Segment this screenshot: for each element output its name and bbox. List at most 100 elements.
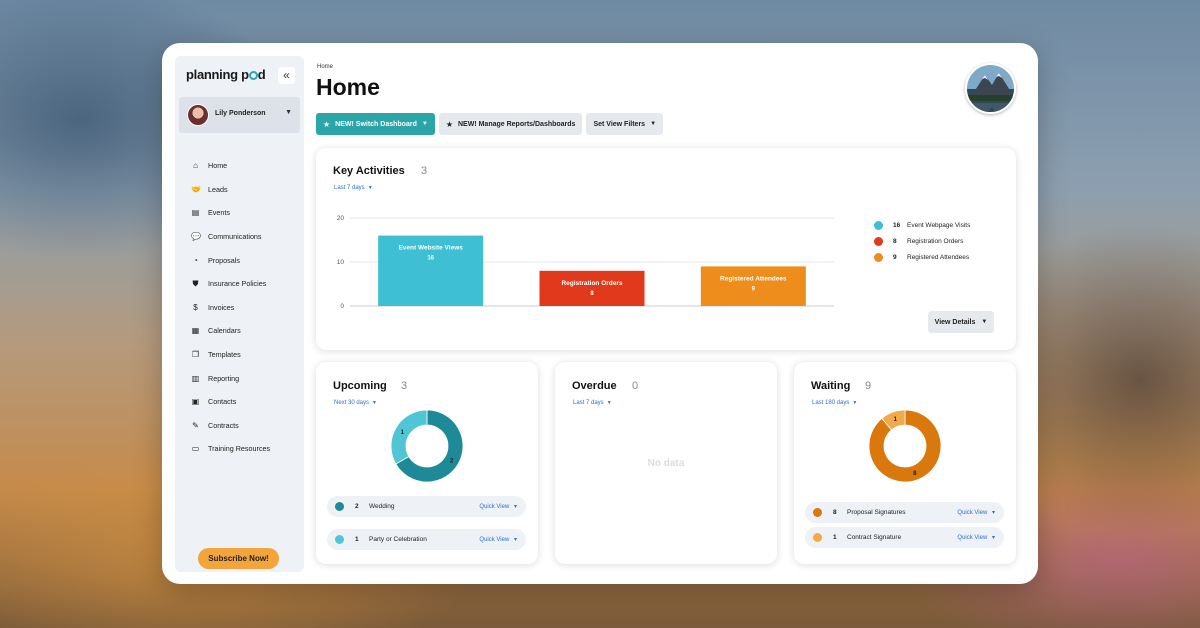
- sidebar-item-label: Contacts: [208, 397, 237, 407]
- signature-icon: ✎: [192, 420, 199, 430]
- item-count: 1: [355, 536, 359, 543]
- page-title: Home: [316, 74, 380, 100]
- key-activities-period-select[interactable]: Last 7 days ▼: [334, 185, 373, 191]
- sidebar-item-contracts[interactable]: ✎ Contracts: [175, 414, 304, 438]
- sidebar-item-events[interactable]: ▤ Events: [175, 201, 304, 225]
- sidebar-item-insurance-policies[interactable]: ⛊ Insurance Policies: [175, 272, 304, 296]
- shield-icon: ⛊: [192, 279, 199, 289]
- item-count: 1: [833, 534, 837, 541]
- sidebar-item-label: Home: [208, 161, 228, 171]
- breadcrumb[interactable]: Home: [317, 64, 333, 70]
- chevron-down-icon: ▾: [990, 535, 995, 541]
- sidebar: planning pd « Lily Ponderson ▼ ⌂ Home 🤝 Lea…: [175, 56, 304, 572]
- handshake-icon: 🤝: [191, 184, 201, 194]
- report-icon: ▥: [191, 373, 200, 383]
- home-icon: ⌂: [193, 161, 198, 171]
- chevron-down-icon: ▼: [981, 319, 988, 325]
- bar[interactable]: [539, 270, 645, 306]
- legend-label: Event Webpage Visits: [907, 221, 971, 229]
- waiting-period-select[interactable]: Last 180 days ▼: [812, 400, 857, 406]
- legend-swatch: [874, 252, 883, 262]
- chevron-down-icon: ▼: [650, 121, 657, 127]
- quick-view-button[interactable]: Quick View ▾: [957, 534, 995, 541]
- view-details-button[interactable]: View Details ▼: [928, 311, 994, 333]
- quick-view-label: Quick View: [957, 535, 988, 541]
- quick-view-label: Quick View: [479, 537, 510, 543]
- contact-card-icon: ▣: [191, 397, 200, 407]
- item-label: Party or Celebration: [369, 536, 427, 543]
- legend-count: 8: [893, 237, 897, 245]
- sidebar-item-label: Events: [208, 208, 230, 218]
- bar-category-label: Registered Attendees: [720, 275, 787, 282]
- no-data-message: No data: [647, 458, 685, 469]
- sidebar-item-communications[interactable]: 💬 Communications: [175, 225, 304, 249]
- item-label: Wedding: [369, 503, 395, 510]
- sidebar-item-templates[interactable]: ❐ Templates: [175, 343, 304, 367]
- upcoming-donut-chart: 21: [390, 409, 464, 483]
- legend-item: 9 Registered Attendees: [874, 252, 969, 262]
- chevron-down-icon: ▼: [421, 121, 428, 127]
- legend-item: 16 Event Webpage Visits: [874, 220, 970, 230]
- legend-label: Registered Attendees: [907, 253, 970, 261]
- user-name: Lily Ponderson: [215, 110, 266, 117]
- switch-dashboard-button[interactable]: ★ NEW! Switch Dashboard ▼: [316, 113, 435, 135]
- upcoming-period-select[interactable]: Next 30 days ▼: [334, 400, 377, 406]
- donut-slice[interactable]: [390, 409, 428, 465]
- sidebar-item-training-resources[interactable]: ▭ Training Resources: [175, 437, 304, 461]
- upcoming-panel: Upcoming 3 Next 30 days ▼ 21 2 Wedding Quic…: [316, 362, 538, 564]
- item-label: Proposal Signatures: [847, 509, 906, 516]
- sidebar-item-label: Leads: [208, 184, 228, 194]
- item-label: Contract Signature: [847, 534, 902, 541]
- overdue-panel: Overdue 0 Last 7 days ▼ No data: [555, 362, 777, 564]
- quick-view-button[interactable]: Quick View ▾: [479, 536, 517, 543]
- sidebar-item-invoices[interactable]: $ Invoices: [175, 296, 304, 320]
- quick-view-label: Quick View: [957, 510, 988, 516]
- collapse-sidebar-button[interactable]: «: [278, 67, 295, 84]
- chevron-down-icon: ▾: [512, 537, 517, 543]
- copy-icon: ❐: [191, 350, 200, 360]
- waiting-title: Waiting: [811, 380, 851, 392]
- y-tick-label: 0: [340, 303, 344, 310]
- sidebar-item-home[interactable]: ⌂ Home: [175, 154, 304, 178]
- dashboard-window: planning pd « Lily Ponderson ▼ ⌂ Home 🤝 Lea…: [162, 43, 1038, 584]
- legend-count: 9: [893, 253, 897, 261]
- chevron-down-icon: ▼: [606, 400, 612, 406]
- bar-category-label: Registration Orders: [561, 280, 622, 287]
- view-filters-button[interactable]: Set View Filters ▼: [586, 113, 664, 135]
- sidebar-item-label: Communications: [208, 232, 262, 242]
- chevron-down-icon: ▼: [372, 400, 377, 406]
- user-menu[interactable]: Lily Ponderson ▼: [179, 97, 300, 133]
- manage-reports-label: NEW! Manage Reports/Dashboards: [457, 120, 576, 128]
- sidebar-item-label: Calendars: [208, 326, 241, 336]
- switch-dashboard-label: NEW! Switch Dashboard: [335, 120, 417, 128]
- manage-reports-button[interactable]: ★ NEW! Manage Reports/Dashboards: [438, 113, 583, 135]
- sidebar-item-reporting[interactable]: ▥ Reporting: [175, 366, 304, 390]
- quick-view-button[interactable]: Quick View ▾: [479, 503, 517, 510]
- chevron-down-icon: ▼: [367, 185, 373, 191]
- quick-view-button[interactable]: Quick View ▾: [957, 509, 995, 516]
- star-icon: ★: [445, 119, 453, 129]
- sidebar-item-label: Insurance Policies: [208, 279, 267, 289]
- overdue-title: Overdue: [572, 380, 617, 392]
- legend-swatch: [874, 220, 883, 230]
- profile-photo[interactable]: [965, 63, 1016, 114]
- waiting-count: 9: [865, 380, 872, 392]
- toolbar: ★ NEW! Switch Dashboard ▼ ★ NEW! Manage …: [316, 113, 664, 135]
- legend-item: 8 Registration Orders: [874, 236, 963, 246]
- list-item: 1 Party or Celebration Quick View ▾: [327, 529, 526, 550]
- sidebar-item-contacts[interactable]: ▣ Contacts: [175, 390, 304, 414]
- pie-chart-icon: ◔: [193, 255, 198, 265]
- sidebar-item-proposals[interactable]: ◔ Proposals: [175, 248, 304, 272]
- sidebar-item-leads[interactable]: 🤝 Leads: [175, 178, 304, 202]
- bar-category-label: Event Website Views: [398, 245, 463, 252]
- list-item: 2 Wedding Quick View ▾: [327, 496, 526, 517]
- subscribe-button[interactable]: Subscribe Now!: [198, 548, 279, 569]
- overdue-period-select[interactable]: Last 7 days ▼: [573, 400, 612, 406]
- planning-pod-logo[interactable]: planning pd: [186, 67, 266, 82]
- quick-view-label: Quick View: [479, 504, 510, 510]
- sidebar-item-calendars[interactable]: ▦ Calendars: [175, 319, 304, 343]
- list-item: 8 Proposal Signatures Quick View ▾: [805, 502, 1004, 523]
- legend-count: 16: [893, 221, 901, 229]
- upcoming-count: 3: [401, 380, 408, 392]
- logo-ring-icon: [248, 71, 258, 80]
